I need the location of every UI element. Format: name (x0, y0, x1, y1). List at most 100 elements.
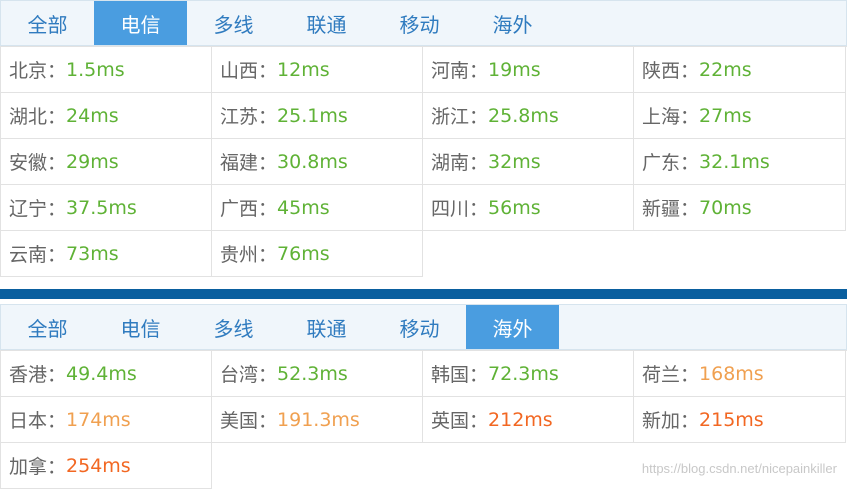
location-name: 湖北 (9, 106, 48, 128)
isp-tab-bar: 全部 电信 多线 联通 移动 海外 (0, 304, 847, 350)
latency-cell: 荷兰： 168ms (634, 351, 846, 397)
location-name: 云南 (9, 244, 48, 266)
location-name: 美国 (220, 410, 259, 432)
latency-value: 30.8ms (277, 150, 348, 173)
latency-cell: 安徽： 29ms (1, 139, 212, 185)
empty-cell (423, 231, 634, 277)
latency-value: 29ms (66, 150, 119, 173)
latency-cell: 英国： 212ms (423, 397, 634, 443)
tab-multiline[interactable]: 多线 (187, 1, 280, 45)
separator: ： (469, 60, 489, 82)
latency-value: 32ms (488, 150, 541, 173)
tab-mobile[interactable]: 移动 (373, 1, 466, 45)
latency-cell: 四川： 56ms (423, 185, 634, 231)
latency-value: 25.1ms (277, 104, 348, 127)
location-name: 上海 (642, 106, 681, 128)
latency-cell: 加拿： 254ms (1, 443, 212, 489)
latency-cell: 贵州： 76ms (212, 231, 423, 277)
location-name: 香港 (9, 364, 48, 386)
tab-unicom[interactable]: 联通 (280, 1, 373, 45)
separator: ： (258, 60, 278, 82)
latency-value: 24ms (66, 104, 119, 127)
separator: ： (469, 106, 489, 128)
latency-value: 254ms (66, 454, 131, 477)
watermark: https://blog.csdn.net/nicepainkiller (641, 461, 837, 476)
location-name: 北京 (9, 60, 48, 82)
separator: ： (680, 106, 700, 128)
latency-cell: 美国： 191.3ms (212, 397, 423, 443)
separator: ： (258, 364, 278, 386)
tab-telecom[interactable]: 电信 (94, 1, 187, 45)
latency-value: 70ms (699, 196, 752, 219)
separator: ： (47, 152, 67, 174)
location-name: 新疆 (642, 198, 681, 220)
isp-tab-bar: 全部 电信 多线 联通 移动 海外 (0, 0, 847, 46)
latency-cell: 福建： 30.8ms (212, 139, 423, 185)
latency-value: 12ms (277, 58, 330, 81)
latency-value: 25.8ms (488, 104, 559, 127)
latency-value: 49.4ms (66, 362, 137, 385)
latency-value: 52.3ms (277, 362, 348, 385)
latency-value: 76ms (277, 242, 330, 265)
location-name: 荷兰 (642, 364, 681, 386)
location-name: 新加 (642, 410, 681, 432)
location-name: 广东 (642, 152, 681, 174)
latency-cell: 山西： 12ms (212, 47, 423, 93)
latency-value: 1.5ms (66, 58, 125, 81)
separator: ： (258, 106, 278, 128)
separator: ： (47, 364, 67, 386)
location-name: 广西 (220, 198, 259, 220)
separator: ： (47, 60, 67, 82)
tab-unicom[interactable]: 联通 (280, 305, 373, 349)
latency-cell: 日本： 174ms (1, 397, 212, 443)
location-name: 加拿 (9, 456, 48, 478)
separator: ： (680, 152, 700, 174)
latency-cell: 陕西： 22ms (634, 47, 846, 93)
separator: ： (469, 410, 489, 432)
latency-value: 168ms (699, 362, 764, 385)
tab-all[interactable]: 全部 (1, 305, 94, 349)
latency-cell: 广东： 32.1ms (634, 139, 846, 185)
latency-cell: 湖北： 24ms (1, 93, 212, 139)
separator: ： (680, 60, 700, 82)
latency-cell: 北京： 1.5ms (1, 47, 212, 93)
separator: ： (258, 410, 278, 432)
location-name: 韩国 (431, 364, 470, 386)
location-name: 安徽 (9, 152, 48, 174)
tab-multiline[interactable]: 多线 (187, 305, 280, 349)
separator: ： (47, 198, 67, 220)
separator: ： (469, 152, 489, 174)
latency-cell: 浙江： 25.8ms (423, 93, 634, 139)
separator: ： (680, 198, 700, 220)
empty-cell (634, 231, 846, 277)
separator: ： (258, 152, 278, 174)
separator: ： (469, 364, 489, 386)
separator: ： (47, 410, 67, 432)
separator: ： (680, 364, 700, 386)
latency-cell: 江苏： 25.1ms (212, 93, 423, 139)
tab-overseas[interactable]: 海外 (466, 1, 559, 45)
telecom-latency-panel: 全部 电信 多线 联通 移动 海外 北京： 1.5ms 山西： 12ms 河南： 19… (0, 0, 847, 277)
latency-cell: 辽宁： 37.5ms (1, 185, 212, 231)
location-name: 英国 (431, 410, 470, 432)
location-name: 辽宁 (9, 198, 48, 220)
location-name: 陕西 (642, 60, 681, 82)
section-divider (0, 289, 847, 299)
tab-telecom[interactable]: 电信 (94, 305, 187, 349)
latency-cell: 湖南： 32ms (423, 139, 634, 185)
latency-value: 212ms (488, 408, 553, 431)
latency-cell: 新加： 215ms (634, 397, 846, 443)
latency-value: 56ms (488, 196, 541, 219)
latency-value: 72.3ms (488, 362, 559, 385)
location-name: 台湾 (220, 364, 259, 386)
tab-mobile[interactable]: 移动 (373, 305, 466, 349)
latency-value: 215ms (699, 408, 764, 431)
separator: ： (47, 106, 67, 128)
location-name: 江苏 (220, 106, 259, 128)
tab-overseas[interactable]: 海外 (466, 305, 559, 349)
latency-cell: 香港： 49.4ms (1, 351, 212, 397)
separator: ： (258, 198, 278, 220)
location-name: 浙江 (431, 106, 470, 128)
tab-all[interactable]: 全部 (1, 1, 94, 45)
separator: ： (680, 410, 700, 432)
